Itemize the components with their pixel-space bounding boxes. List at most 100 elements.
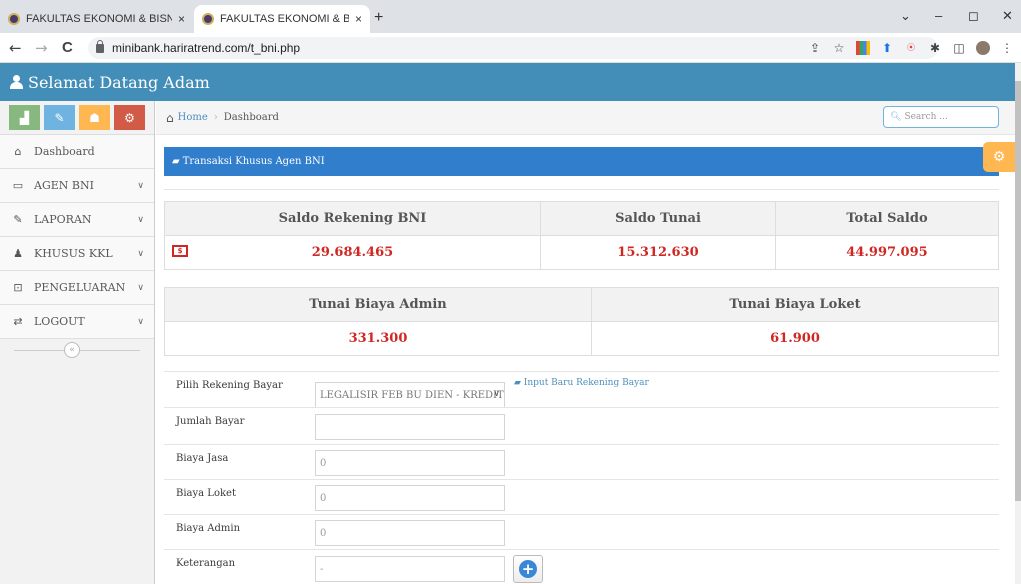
loket-label: Biaya Loket bbox=[176, 488, 236, 499]
ace-settings-button[interactable]: ⚙ bbox=[983, 142, 1015, 172]
saldo-rekening-cell: $ 29.684.465 bbox=[164, 235, 541, 270]
form-row-jasa: Biaya Jasa 0 bbox=[164, 444, 999, 479]
site-favicon-icon bbox=[8, 13, 20, 25]
sidebar-panel-icon[interactable]: ◫ bbox=[952, 41, 966, 55]
chevron-down-icon: ∨ bbox=[137, 248, 144, 259]
forward-button[interactable]: → bbox=[35, 39, 48, 57]
maximize-button[interactable]: ◻ bbox=[968, 8, 979, 24]
back-button[interactable]: ← bbox=[9, 39, 22, 57]
breadcrumb-current: Dashboard bbox=[223, 112, 279, 123]
jumlah-bayar-input[interactable] bbox=[315, 414, 505, 440]
minimize-button[interactable]: – bbox=[935, 8, 942, 23]
user-icon: ♟ bbox=[13, 247, 23, 260]
rekening-label: Pilih Rekening Bayar bbox=[176, 380, 283, 391]
sidebar-item-label: KHUSUS KKL bbox=[34, 247, 113, 260]
sidebar-item-label: LOGOUT bbox=[34, 315, 85, 328]
shortcut-cogs-button[interactable]: ⚙ bbox=[114, 105, 145, 130]
sidebar-item-agen-bni[interactable]: ▭ AGEN BNI ∨ bbox=[0, 169, 154, 203]
divider bbox=[164, 189, 999, 190]
new-tab-button[interactable]: + bbox=[374, 9, 383, 27]
shortcut-pencil-button[interactable]: ✎ bbox=[44, 105, 75, 130]
money-icon: $ bbox=[172, 245, 188, 257]
form-row-jumlah: Jumlah Bayar bbox=[164, 407, 999, 444]
lock-icon bbox=[96, 39, 104, 53]
app-header: Selamat Datang Adam bbox=[0, 63, 1015, 101]
sidebar: ▟ ✎ ☗ ⚙ ⌂ Dashboard ▭ AGEN BNI ∨ ✎ LAPOR… bbox=[0, 101, 155, 584]
url-text: minibank.hariratrend.com/t_bni.php bbox=[112, 41, 301, 55]
sidebar-item-pengeluaran[interactable]: ⊡ PENGELUARAN ∨ bbox=[0, 271, 154, 305]
sidebar-item-laporan[interactable]: ✎ LAPORAN ∨ bbox=[0, 203, 154, 237]
shortcut-users-button[interactable]: ☗ bbox=[79, 105, 110, 130]
table-header-row: Saldo Rekening BNI Saldo Tunai Total Sal… bbox=[164, 201, 999, 236]
extension-colorful-icon[interactable] bbox=[856, 41, 870, 55]
tab-close-icon[interactable]: × bbox=[178, 12, 185, 26]
input-baru-link-text: Input Baru Rekening Bayar bbox=[523, 378, 649, 388]
sidebar-shortcuts: ▟ ✎ ☗ ⚙ bbox=[0, 101, 154, 135]
saldo-tunai-value: 15.312.630 bbox=[540, 235, 776, 270]
profile-avatar[interactable] bbox=[976, 41, 990, 55]
browser-menu-icon[interactable]: ⋮ bbox=[1000, 41, 1014, 55]
admin-label: Biaya Admin bbox=[176, 523, 241, 534]
search-icon: 🔍︎ bbox=[890, 112, 902, 122]
tab-close-icon[interactable]: × bbox=[355, 12, 362, 26]
biaya-jasa-input[interactable]: 0 bbox=[315, 450, 505, 476]
panel-title: Transaksi Khusus Agen BNI bbox=[182, 156, 325, 167]
page-scrollbar[interactable] bbox=[1015, 63, 1021, 584]
input-baru-rekening-link[interactable]: ▰ Input Baru Rekening Bayar bbox=[514, 378, 649, 388]
tab-search-icon[interactable]: ⌄ bbox=[900, 8, 911, 24]
form-row-keterangan: Keterangan - + bbox=[164, 549, 999, 584]
breadcrumb-home-link[interactable]: Home bbox=[178, 112, 208, 123]
plus-icon: + bbox=[519, 560, 537, 578]
biaya-loket-input[interactable]: 0 bbox=[315, 485, 505, 511]
saldo-table: Saldo Rekening BNI Saldo Tunai Total Sal… bbox=[164, 201, 999, 270]
rekening-select[interactable]: LEGALISIR FEB BU DIEN - KREDIT ∨ bbox=[315, 382, 505, 408]
book-icon: ▰ bbox=[172, 156, 180, 167]
sidebar-item-khusus-kkl[interactable]: ♟ KHUSUS KKL ∨ bbox=[0, 237, 154, 271]
jasa-label: Biaya Jasa bbox=[176, 453, 229, 464]
breadcrumb-separator-icon: › bbox=[213, 112, 218, 123]
browser-tab[interactable]: FAKULTAS EKONOMI & BISNIS × bbox=[0, 5, 193, 33]
sidebar-collapse-row: « bbox=[0, 339, 154, 361]
panel-header: ▰ Transaksi Khusus Agen BNI bbox=[164, 147, 999, 176]
saldo-rekening-value: 29.684.465 bbox=[311, 245, 394, 260]
browser-tab-bar: FAKULTAS EKONOMI & BISNIS × FAKULTAS EKO… bbox=[0, 0, 1021, 33]
desktop-icon: ▭ bbox=[12, 179, 24, 192]
scrollbar-thumb[interactable] bbox=[1015, 81, 1021, 501]
biaya-admin-input[interactable]: 0 bbox=[315, 520, 505, 546]
sidebar-collapse-button[interactable]: « bbox=[64, 342, 80, 358]
window-close-button[interactable]: ✕ bbox=[1002, 8, 1013, 24]
book-icon: ▰ bbox=[514, 378, 521, 388]
money-icon: ⊡ bbox=[13, 281, 23, 294]
extension-record-icon[interactable]: ⦿ bbox=[904, 41, 918, 55]
browser-address-bar: ← → C minibank.hariratrend.com/t_bni.php… bbox=[0, 33, 1021, 63]
share-icon[interactable]: ⇪ bbox=[808, 41, 822, 55]
tunai-biaya-loket-value: 61.900 bbox=[591, 321, 999, 356]
site-favicon-icon bbox=[202, 13, 214, 25]
extensions-puzzle-icon[interactable]: ✱ bbox=[928, 41, 942, 55]
sidebar-item-label: AGEN BNI bbox=[34, 179, 94, 192]
column-header: Saldo Rekening BNI bbox=[164, 201, 541, 236]
search-input[interactable]: 🔍︎ Search ... bbox=[883, 106, 999, 128]
jumlah-label: Jumlah Bayar bbox=[176, 416, 245, 427]
sidebar-item-dashboard[interactable]: ⌂ Dashboard bbox=[0, 135, 154, 169]
exchange-icon: ⇄ bbox=[13, 315, 23, 328]
chevron-down-icon: ∨ bbox=[137, 180, 144, 191]
add-button[interactable]: + bbox=[513, 555, 543, 583]
browser-tab-active[interactable]: FAKULTAS EKONOMI & BISNIS × bbox=[194, 5, 370, 33]
home-icon: ⌂ bbox=[166, 110, 174, 125]
sidebar-item-logout[interactable]: ⇄ LOGOUT ∨ bbox=[0, 305, 154, 339]
home-icon: ⌂ bbox=[14, 145, 22, 158]
form-row-loket: Biaya Loket 0 bbox=[164, 479, 999, 514]
keterangan-input[interactable]: - bbox=[315, 556, 505, 582]
tab-title: FAKULTAS EKONOMI & BISNIS bbox=[220, 13, 349, 25]
reload-button[interactable]: C bbox=[62, 39, 73, 56]
chevron-down-icon: ∨ bbox=[137, 316, 144, 327]
tab-title: FAKULTAS EKONOMI & BISNIS bbox=[26, 13, 172, 25]
form-row-admin: Biaya Admin 0 bbox=[164, 514, 999, 549]
gear-icon: ⚙ bbox=[992, 149, 1006, 165]
extension-arrow-icon[interactable]: ⬆ bbox=[880, 41, 894, 55]
sidebar-item-label: PENGELUARAN bbox=[34, 281, 126, 294]
tunai-biaya-admin-value: 331.300 bbox=[164, 321, 592, 356]
bookmark-star-icon[interactable]: ☆ bbox=[832, 41, 846, 55]
shortcut-chart-button[interactable]: ▟ bbox=[9, 105, 40, 130]
